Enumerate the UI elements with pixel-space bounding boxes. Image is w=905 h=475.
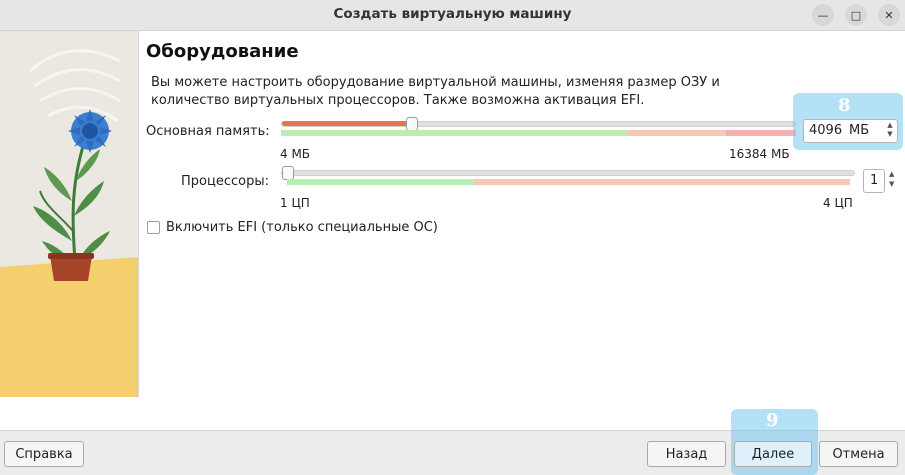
cpu-value[interactable]: 1 — [870, 173, 878, 188]
cpu-max-label: 4 ЦП — [823, 196, 853, 210]
back-button[interactable]: Назад — [647, 441, 726, 467]
efi-label[interactable]: Включить EFI (только специальные ОС) — [166, 220, 438, 235]
memory-danger-zone — [726, 130, 796, 136]
memory-slider-thumb[interactable] — [406, 117, 418, 131]
page-title: Оборудование — [146, 41, 299, 62]
spin-arrows-icon[interactable]: ▲ ▼ — [885, 121, 895, 139]
memory-min-label: 4 МБ — [280, 147, 311, 161]
maximize-button[interactable]: □ — [845, 4, 867, 26]
close-icon: ✕ — [884, 8, 894, 22]
cpu-warning-zone — [474, 179, 850, 185]
memory-unit: МБ — [849, 123, 870, 138]
minimize-icon: — — [817, 8, 829, 22]
cpu-slider-thumb[interactable] — [282, 166, 294, 180]
memory-slider-fill — [282, 121, 412, 126]
annotation-number-8: 8 — [838, 95, 851, 116]
minimize-button[interactable]: — — [812, 4, 834, 26]
maximize-icon: □ — [850, 8, 862, 22]
cpu-safe-zone — [287, 179, 474, 185]
next-button[interactable]: Далее — [734, 441, 812, 467]
cpu-min-label: 1 ЦП — [280, 196, 310, 210]
help-button[interactable]: Справка — [4, 441, 84, 467]
cpu-spin-arrows-icon[interactable]: ▲ ▼ — [889, 169, 899, 189]
memory-value[interactable]: 4096 — [809, 123, 842, 138]
window-title: Создать виртуальную машину — [333, 6, 572, 22]
efi-checkbox[interactable] — [147, 221, 160, 234]
plant-illustration — [0, 31, 138, 397]
annotation-number-9: 9 — [766, 410, 779, 431]
cancel-button[interactable]: Отмена — [819, 441, 898, 467]
cpu-spinbox[interactable]: 1 — [863, 169, 885, 193]
title-bar: Создать виртуальную машину — □ ✕ — [0, 0, 905, 31]
memory-max-label: 16384 МБ — [729, 147, 790, 161]
page-description: Вы можете настроить оборудование виртуал… — [151, 75, 720, 108]
cpu-slider-track — [281, 170, 855, 176]
memory-spinbox[interactable]: 4096 МБ ▲ ▼ — [803, 119, 898, 143]
memory-warning-zone — [628, 130, 726, 136]
close-button[interactable]: ✕ — [878, 4, 900, 26]
memory-safe-zone — [281, 130, 628, 136]
dialog-content: Оборудование Вы можете настроить оборудо… — [0, 31, 905, 430]
memory-label: Основная память: — [146, 124, 270, 139]
cpu-label: Процессоры: — [181, 174, 269, 189]
wizard-illustration — [0, 31, 139, 397]
